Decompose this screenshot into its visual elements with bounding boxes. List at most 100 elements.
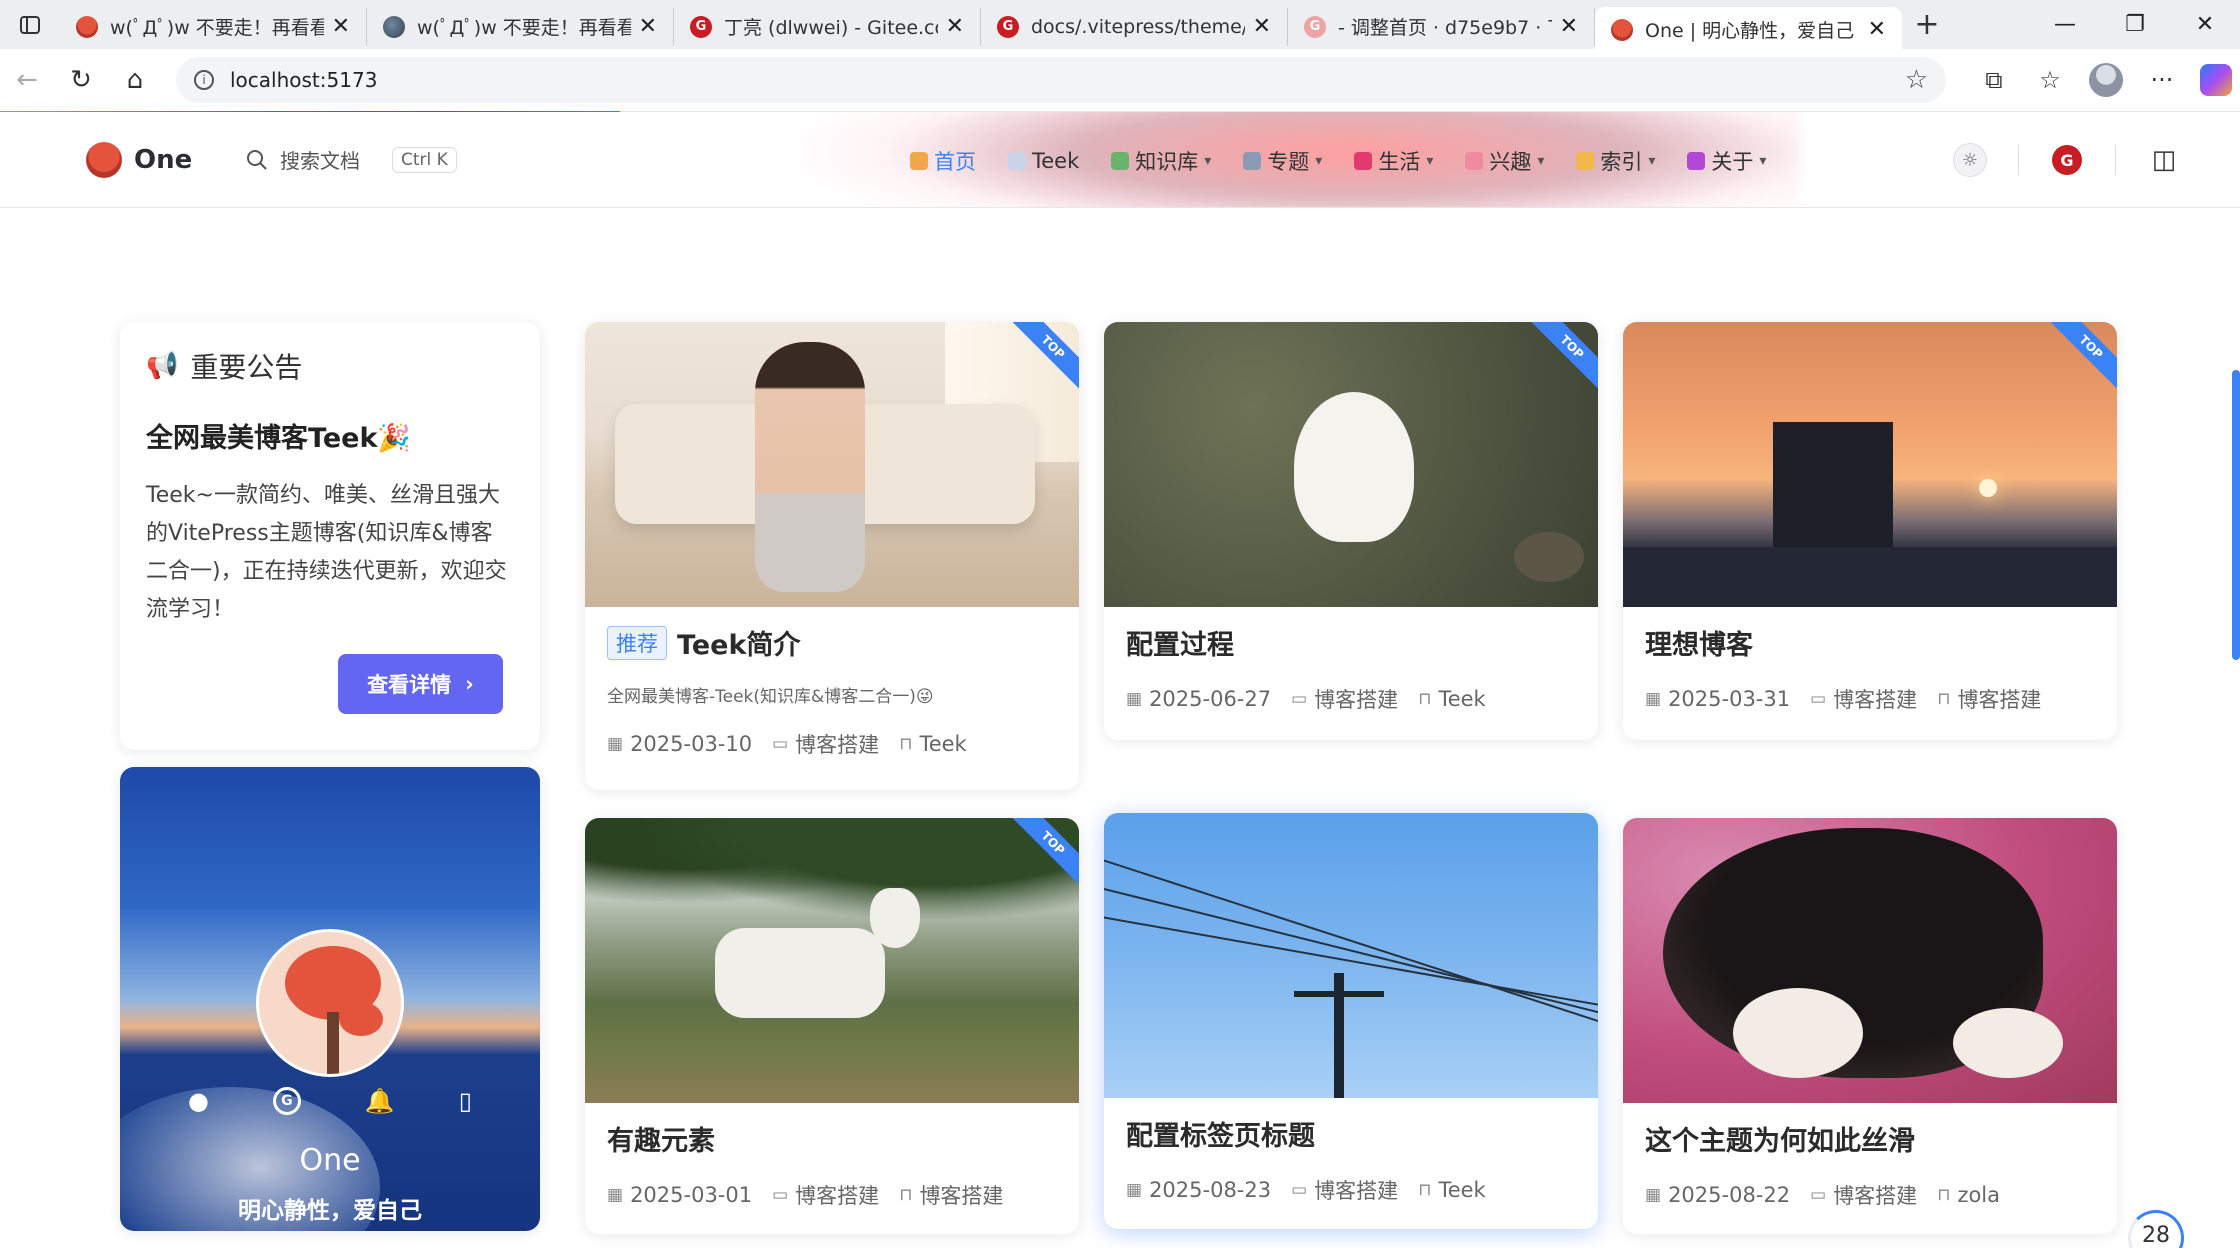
back-button[interactable]: ← [0, 53, 54, 107]
browser-toolbar: ⧉ ☆ ··· [1966, 55, 2232, 105]
bell-icon[interactable]: 🔔 [365, 1087, 395, 1115]
paw-shape [1733, 988, 1863, 1078]
post-title[interactable]: 配置标签页标题 [1126, 1114, 1315, 1153]
minimize-button[interactable]: — [2030, 0, 2100, 49]
github-icon[interactable]: ● [188, 1087, 209, 1115]
nav-item-life[interactable]: 生活 ▾ [1338, 142, 1449, 180]
tab-title: w(ﾟДﾟ)w 不要走！再看看嘛 [110, 17, 324, 39]
category-text: 博客搭建 [1833, 688, 1918, 712]
post-label[interactable]: ⊓ 博客搭建 [1937, 684, 2041, 714]
post-category[interactable]: ▭ 博客搭建 [1291, 684, 1398, 714]
post-title[interactable]: 理想博客 [1645, 623, 1753, 662]
goat-shape [715, 928, 885, 1018]
browser-tab[interactable]: w(ﾟДﾟ)w 不要走！再看看嘛 ✕ [60, 7, 367, 46]
post-card[interactable]: TOP 理想博客 ▦ 2025-03-31 ▭ 博客搭建 ⊓ 博客搭建 [1623, 322, 2117, 740]
site-info-icon[interactable]: i [194, 70, 214, 90]
favorite-star-icon[interactable]: ☆ [1905, 65, 1928, 95]
post-label[interactable]: ⊓ Teek [899, 729, 967, 759]
nav-item-home[interactable]: 首页 [894, 142, 992, 180]
close-icon[interactable]: ✕ [1560, 14, 1578, 39]
avatar[interactable] [256, 929, 404, 1077]
browser-tab[interactable]: G - 调整首页 · d75e9b7 · 丁亮 ✕ [1288, 7, 1595, 46]
browser-tab[interactable]: w(ﾟДﾟ)w 不要走！再看看嘛 ✕ [367, 7, 674, 46]
post-category[interactable]: ▭ 博客搭建 [1810, 1180, 1917, 1210]
profile-avatar[interactable] [2089, 63, 2123, 97]
site-logo[interactable]: One [86, 142, 192, 178]
restore-button[interactable]: ❐ [2100, 0, 2170, 49]
category-text: 博客搭建 [795, 1184, 880, 1208]
tab-title: w(ﾟДﾟ)w 不要走！再看看嘛 [417, 17, 631, 39]
post-label[interactable]: ⊓ Teek [1418, 1175, 1486, 1205]
favorites-icon[interactable]: ☆ [2022, 55, 2078, 105]
nav-item-about[interactable]: 关于 ▾ [1671, 142, 1782, 180]
post-category[interactable]: ▭ 博客搭建 [772, 729, 879, 759]
chevron-down-icon: ▾ [1648, 153, 1656, 169]
extensions-icon[interactable]: ⧉ [1966, 55, 2022, 105]
search-button[interactable]: 搜索文档 Ctrl K [246, 145, 457, 174]
browser-tab[interactable]: G docs/.vitepress/theme/style ✕ [981, 7, 1288, 46]
reading-mode-button[interactable]: ◫ [2144, 140, 2184, 180]
new-tab-button[interactable]: + [1902, 7, 1952, 42]
post-category[interactable]: ▭ 博客搭建 [772, 1180, 879, 1210]
home-button[interactable]: ⌂ [108, 53, 162, 107]
url-field[interactable]: i localhost:5173 ☆ [176, 57, 1946, 103]
close-icon[interactable]: ✕ [946, 14, 964, 39]
copilot-icon[interactable] [2200, 64, 2232, 96]
post-card[interactable]: 这个主题为何如此丝滑 ▦ 2025-08-22 ▭ 博客搭建 ⊓ zola [1623, 818, 2117, 1234]
gitee-link[interactable]: G [2047, 140, 2087, 180]
post-category[interactable]: ▭ 博客搭建 [1810, 684, 1917, 714]
view-details-button[interactable]: 查看详情 › [338, 654, 503, 714]
post-label[interactable]: ⊓ Teek [1418, 684, 1486, 714]
nav-item-index[interactable]: 索引 ▾ [1560, 142, 1671, 180]
date-text: 2025-06-27 [1149, 687, 1272, 711]
nav-item-topics[interactable]: 专题 ▾ [1227, 142, 1338, 180]
megaphone-icon: 📢 [146, 351, 179, 381]
nav-item-knowledge[interactable]: 知识库 ▾ [1095, 142, 1227, 180]
folder-icon: ▭ [1291, 1180, 1308, 1200]
chevron-down-icon: ▾ [1315, 153, 1323, 169]
category-text: 博客搭建 [1314, 1179, 1399, 1203]
reload-button[interactable]: ↻ [54, 53, 108, 107]
date-text: 2025-08-23 [1149, 1178, 1272, 1202]
close-icon[interactable]: ✕ [1253, 14, 1271, 39]
scrollbar-thumb[interactable] [2232, 370, 2240, 660]
nav-item-interest[interactable]: 兴趣 ▾ [1449, 142, 1560, 180]
post-category[interactable]: ▭ 博客搭建 [1291, 1175, 1398, 1205]
tree-trunk [327, 1012, 339, 1074]
post-title[interactable]: 有趣元素 [607, 1119, 715, 1158]
close-icon[interactable]: ✕ [332, 14, 350, 39]
reading-progress-button[interactable]: 28 [2128, 1210, 2184, 1248]
browser-tab-active[interactable]: One | 明心静性，爱自己 ✕ [1595, 7, 1902, 52]
post-title[interactable]: 这个主题为何如此丝滑 [1645, 1119, 1915, 1158]
phone-icon[interactable]: ▯ [459, 1087, 472, 1115]
theme-toggle-button[interactable]: ☼ [1950, 140, 1990, 180]
close-icon[interactable]: ✕ [639, 14, 657, 39]
tree-logo-icon [86, 142, 122, 178]
tab-actions-button[interactable] [0, 0, 60, 49]
gitee-icon[interactable]: G [272, 1087, 301, 1115]
close-window-button[interactable]: ✕ [2170, 0, 2240, 49]
page-scrollbar[interactable] [2232, 210, 2240, 1248]
post-card[interactable]: TOP 有趣元素 ▦ 2025-03-01 ▭ 博客搭建 ⊓ 博客搭建 [585, 818, 1079, 1234]
post-card[interactable]: 配置标签页标题 ▦ 2025-08-23 ▭ 博客搭建 ⊓ Teek [1104, 813, 1598, 1229]
browser-tab[interactable]: G 丁亮 (dlwwei) - Gitee.com ✕ [674, 7, 981, 46]
post-title[interactable]: Teek简介 [677, 623, 800, 662]
nav-label: 兴趣 [1489, 150, 1532, 174]
button-label: 查看详情 [367, 673, 452, 697]
post-title[interactable]: 配置过程 [1126, 623, 1234, 662]
divider [2018, 145, 2019, 175]
more-menu-icon[interactable]: ··· [2134, 55, 2190, 105]
tree-canopy [339, 1002, 383, 1036]
post-card[interactable]: TOP 配置过程 ▦ 2025-06-27 ▭ 博客搭建 ⊓ Teek [1104, 322, 1598, 740]
post-label[interactable]: ⊓ zola [1937, 1180, 2000, 1210]
profile-card: ● G 🔔 ▯ One 明心静性，爱自己 [120, 767, 540, 1231]
date-text: 2025-03-10 [630, 732, 753, 756]
heart-emoji-icon [1687, 152, 1706, 170]
post-card[interactable]: TOP 推荐 Teek简介 全网最美博客-Teek(知识库&博客二合一)😜 ▦ 2… [585, 322, 1079, 790]
sun-shape [1979, 479, 1997, 497]
post-label[interactable]: ⊓ 博客搭建 [899, 1180, 1003, 1210]
nav-item-teek[interactable]: Teek [992, 142, 1095, 180]
close-icon[interactable]: ✕ [1868, 17, 1886, 42]
bookmark-icon: ⊓ [1418, 1180, 1432, 1200]
label-text: zola [1957, 1183, 2001, 1207]
